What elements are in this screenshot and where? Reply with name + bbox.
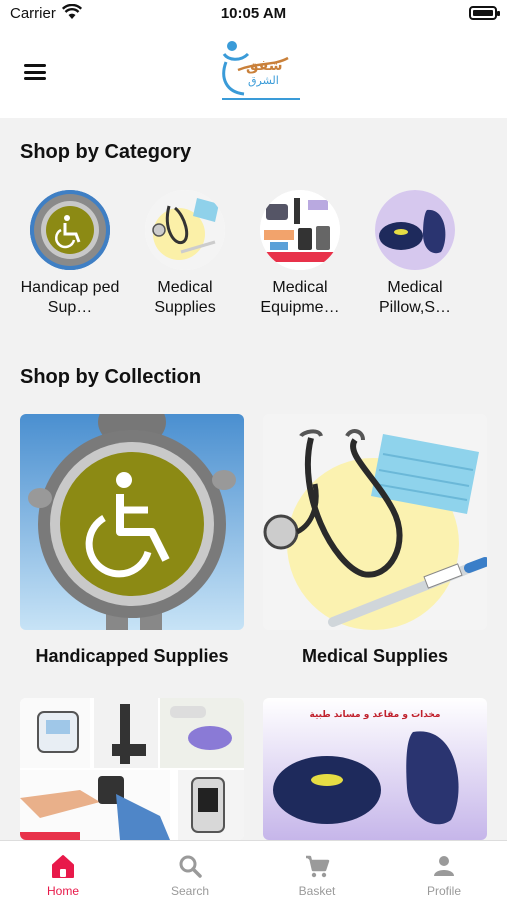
hamburger-menu-button[interactable]	[24, 64, 46, 80]
stethoscope-icon	[145, 190, 225, 270]
category-label: Medical Equipme…	[260, 279, 340, 316]
category-label: Handicap ped Sup…	[20, 279, 120, 316]
logo-text-primary: شفق	[246, 58, 283, 74]
stethoscope-icon	[263, 414, 487, 630]
tab-label: Home	[46, 884, 79, 898]
battery-icon	[469, 6, 500, 20]
cart-icon	[306, 855, 330, 878]
bottom-tab-bar: Home Search Basket Profile	[0, 840, 507, 900]
tab-search[interactable]: Search	[127, 841, 253, 900]
category-list: Handicap ped Sup… Medical Supplies Medic…	[14, 190, 494, 330]
collection-section-title: Shop by Collection	[20, 366, 202, 388]
collection-card-medical-equipment[interactable]	[20, 698, 244, 840]
collection-card-handicapped[interactable]	[20, 414, 244, 630]
banner-text: مخدات و مقاعد و مساند طبية	[309, 710, 441, 720]
brand-logo: شفق الشرق	[218, 32, 304, 108]
category-section-title: Shop by Category	[20, 141, 192, 163]
clock: 10:05 AM	[220, 5, 287, 22]
tab-label: Search	[170, 884, 210, 898]
collection-label: Medical Supplies	[301, 646, 449, 666]
category-item-medical-pillow[interactable]: Medical Pillow,S…	[359, 190, 471, 318]
logo-text-secondary: الشرق	[248, 74, 279, 87]
medical-devices-collage-icon	[20, 698, 244, 840]
tab-label: Basket	[298, 884, 336, 898]
collection-label: Handicapped Supplies	[35, 646, 229, 666]
app-header: شفق الشرق	[0, 28, 507, 118]
wheelchair-sign-icon	[30, 190, 110, 270]
category-label: Medical Pillow,S…	[378, 279, 452, 316]
tab-basket[interactable]: Basket	[254, 841, 380, 900]
category-item-medical-equipment[interactable]: Medical Equipme…	[244, 190, 356, 318]
collection-card-medical-supplies[interactable]	[263, 414, 487, 630]
tab-home[interactable]: Home	[0, 841, 126, 900]
status-bar: Carrier 10:05 AM	[0, 0, 507, 28]
cushions-icon	[375, 190, 455, 270]
medical-devices-collage-icon	[260, 190, 340, 270]
home-icon	[52, 855, 74, 878]
category-label: Medical Supplies	[154, 279, 216, 316]
wheelchair-sign-icon	[20, 414, 244, 630]
search-icon	[179, 855, 202, 878]
collection-card-medical-pillow[interactable]: مخدات و مقاعد و مساند طبية	[263, 698, 487, 840]
category-item-medical-supplies[interactable]: Medical Supplies	[129, 190, 241, 318]
tab-label: Profile	[426, 884, 461, 898]
tab-profile[interactable]: Profile	[381, 841, 507, 900]
category-item-handicapped[interactable]: Handicap ped Sup…	[14, 190, 126, 318]
person-icon	[434, 856, 454, 876]
